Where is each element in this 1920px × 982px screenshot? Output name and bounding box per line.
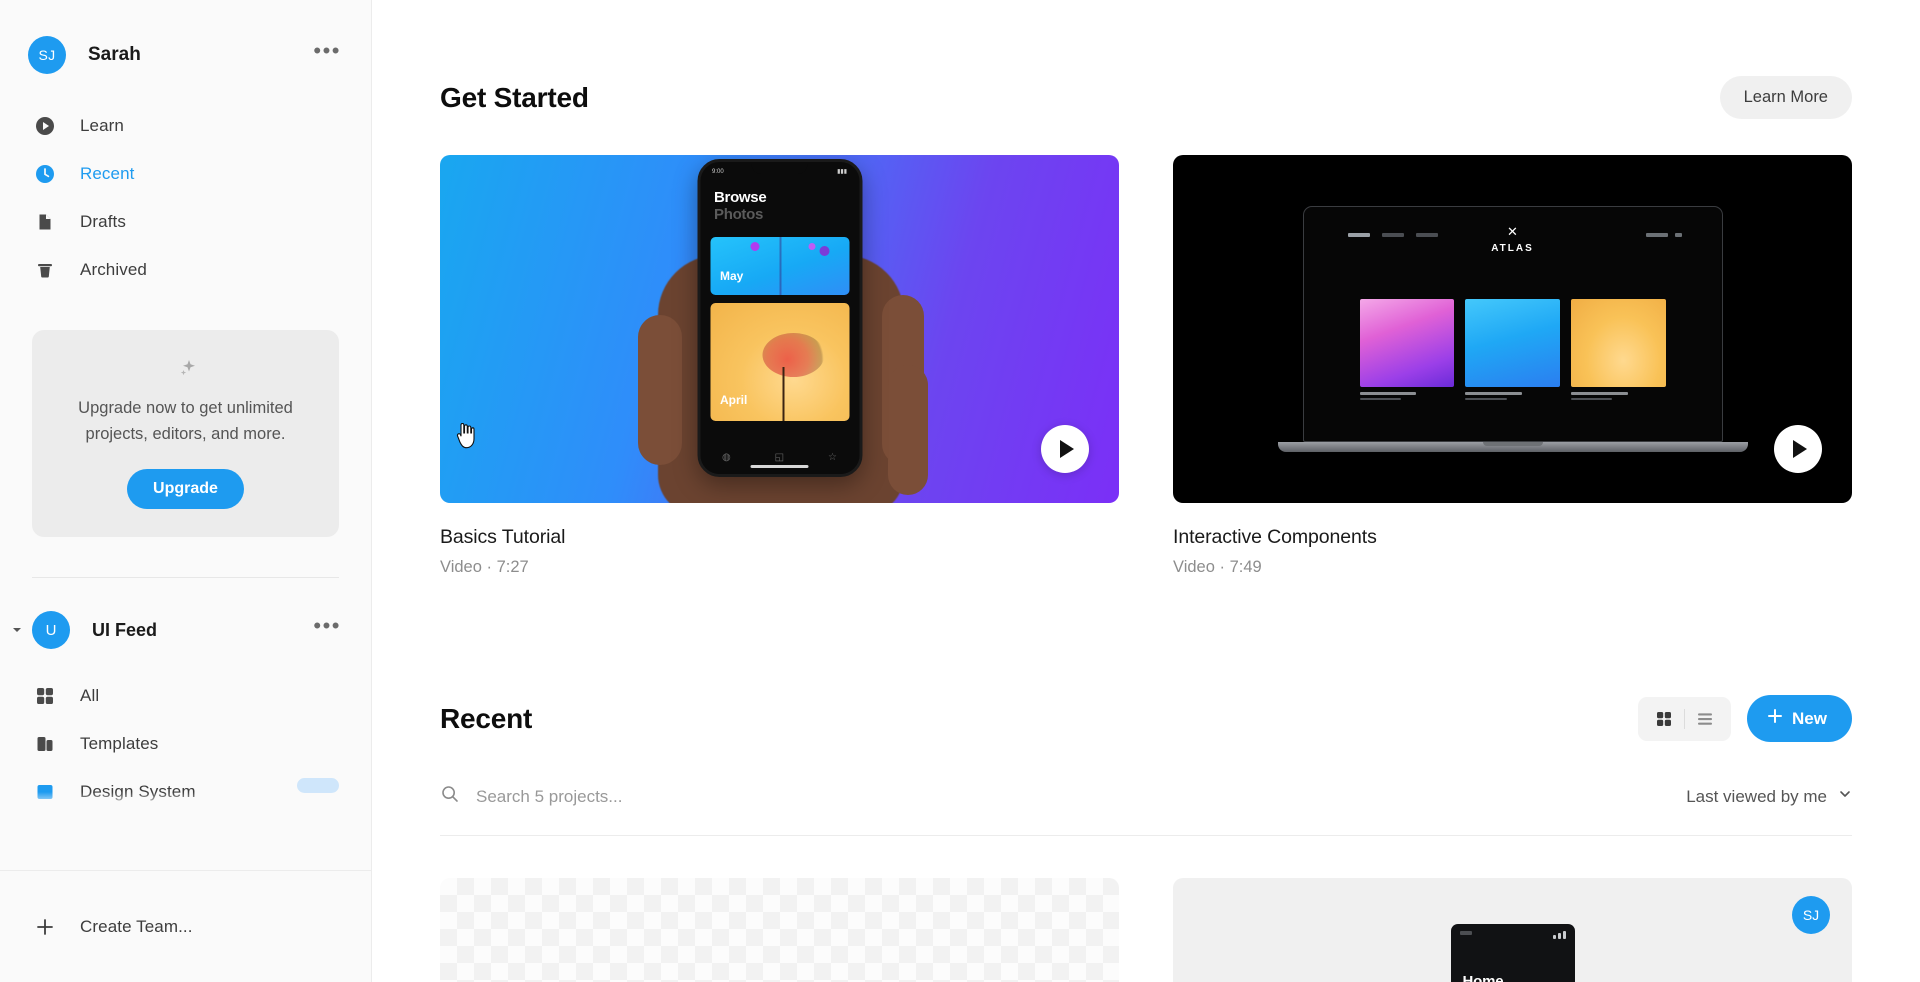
video-meta: Video · 7:27 <box>440 558 529 576</box>
sidebar: SJ Sarah ••• Learn Recent Drafts Archive… <box>0 0 372 982</box>
user-row[interactable]: SJ Sarah ••• <box>0 26 371 84</box>
avatar: SJ <box>28 36 66 74</box>
clock-icon <box>32 161 58 187</box>
sidebar-item-label: Learn <box>80 116 124 135</box>
sidebar-item-label: All <box>80 686 100 706</box>
video-thumbnail[interactable]: ✕ ATLAS <box>1173 155 1852 503</box>
design-system-badge <box>297 778 339 794</box>
sidebar-item-drafts[interactable]: Drafts <box>0 198 371 246</box>
sidebar-item-label: Recent <box>80 164 135 183</box>
sidebar-item-learn[interactable]: Learn <box>0 102 371 150</box>
sort-dropdown[interactable]: Last viewed by me <box>1686 787 1852 807</box>
page-title: Get Started <box>440 81 589 113</box>
library-icon <box>32 779 58 805</box>
view-toggle <box>1638 696 1732 741</box>
new-button-label: New <box>1792 708 1827 728</box>
team-menu-button[interactable]: ••• <box>307 615 347 645</box>
recent-actions: New <box>1638 695 1852 742</box>
play-icon <box>1793 440 1807 458</box>
video-thumbnail[interactable]: 9:00 ▮▮▮ Browse Photos May April ◍ ◱ ☆ <box>440 155 1119 503</box>
upgrade-button[interactable]: Upgrade <box>127 469 244 510</box>
phone-heading: Browse <box>714 189 767 206</box>
get-started-header: Get Started Learn More <box>440 0 1852 119</box>
play-circle-icon <box>32 113 58 139</box>
sidebar-item-recent[interactable]: Recent <box>0 150 371 198</box>
chevron-down-icon <box>1838 787 1852 806</box>
chevron-down-icon[interactable] <box>6 624 28 636</box>
user-name: Sarah <box>88 44 141 65</box>
list-view-icon[interactable] <box>1685 702 1725 736</box>
tutorial-video-grid: 9:00 ▮▮▮ Browse Photos May April ◍ ◱ ☆ B… <box>440 155 1852 577</box>
learn-more-button[interactable]: Learn More <box>1719 76 1852 119</box>
sidebar-footer: Create Team... <box>0 870 371 982</box>
video-card-basics-tutorial[interactable]: 9:00 ▮▮▮ Browse Photos May April ◍ ◱ ☆ B… <box>440 155 1119 577</box>
sidebar-item-label: Archived <box>80 260 147 279</box>
video-meta: Video · 7:49 <box>1173 558 1262 576</box>
sidebar-item-label: Design System <box>80 782 196 802</box>
team-name: UI Feed <box>92 619 158 640</box>
video-title: Basics Tutorial <box>440 526 566 548</box>
phone-mockup: 9:00 ▮▮▮ Browse Photos May April ◍ ◱ ☆ <box>697 159 862 477</box>
video-card-interactive-components[interactable]: ✕ ATLAS Interactive Components Video · 7… <box>1173 155 1852 577</box>
project-grid: Home SJ <box>440 878 1852 982</box>
search-icon <box>440 784 460 809</box>
sidebar-item-label: Templates <box>80 734 159 754</box>
laptop-brand: ATLAS <box>1491 243 1534 254</box>
recent-header: Recent New <box>440 695 1852 742</box>
main-content: Get Started Learn More 9:00 ▮▮▮ Browse P… <box>372 0 1920 982</box>
primary-nav: Learn Recent Drafts Archived <box>0 102 371 294</box>
search-input[interactable] <box>476 786 896 807</box>
sidebar-item-all[interactable]: All <box>0 672 371 720</box>
sidebar-scroll-area[interactable]: SJ Sarah ••• Learn Recent Drafts Archive… <box>0 0 371 870</box>
project-screen-title: Home <box>1462 973 1504 982</box>
new-button[interactable]: New <box>1747 695 1852 742</box>
grid-view-icon[interactable] <box>1644 702 1684 736</box>
create-team-button[interactable]: Create Team... <box>0 903 371 951</box>
phone-time: 9:00 <box>712 168 724 175</box>
sidebar-divider <box>32 577 339 579</box>
recent-title: Recent <box>440 702 533 734</box>
upgrade-text: Upgrade now to get unlimited projects, e… <box>78 399 293 443</box>
team-avatar: U <box>32 611 70 650</box>
sidebar-item-design-system[interactable]: Design System <box>0 768 371 819</box>
play-icon <box>1060 440 1074 458</box>
laptop-mockup: ✕ ATLAS <box>1277 206 1748 452</box>
team-nav: All Templates Design System <box>0 672 371 819</box>
app-root: SJ Sarah ••• Learn Recent Drafts Archive… <box>0 0 1920 982</box>
file-icon <box>32 209 58 235</box>
avatar: SJ <box>1792 896 1830 934</box>
grid-icon <box>32 683 58 709</box>
search-row: Last viewed by me <box>440 784 1852 836</box>
close-icon: ✕ <box>1507 224 1518 239</box>
user-menu-button[interactable]: ••• <box>307 40 347 70</box>
phone-subheading: Photos <box>714 206 764 223</box>
project-card[interactable] <box>440 878 1119 982</box>
play-button[interactable] <box>1774 425 1822 473</box>
play-button[interactable] <box>1041 425 1089 473</box>
team-row[interactable]: U UI Feed ••• <box>0 602 371 658</box>
phone-status-icons: ▮▮▮ <box>837 169 847 175</box>
plus-icon <box>32 917 58 937</box>
trash-icon <box>32 257 58 283</box>
phone-tile-may: May <box>720 269 744 283</box>
mouse-cursor <box>456 422 478 449</box>
project-thumbnail: Home <box>1450 924 1575 982</box>
create-team-label: Create Team... <box>80 916 193 936</box>
plus-icon <box>1767 708 1783 729</box>
sort-label: Last viewed by me <box>1686 786 1827 806</box>
phone-tile-april: April <box>720 393 748 407</box>
sidebar-item-label: Drafts <box>80 212 126 231</box>
sparkle-icon <box>50 356 321 382</box>
video-title: Interactive Components <box>1173 526 1377 548</box>
upgrade-card: Upgrade now to get unlimited projects, e… <box>32 330 339 538</box>
templates-icon <box>32 731 58 757</box>
sidebar-item-archived[interactable]: Archived <box>0 246 371 294</box>
sidebar-item-templates[interactable]: Templates <box>0 720 371 768</box>
project-card[interactable]: Home SJ <box>1173 878 1852 982</box>
